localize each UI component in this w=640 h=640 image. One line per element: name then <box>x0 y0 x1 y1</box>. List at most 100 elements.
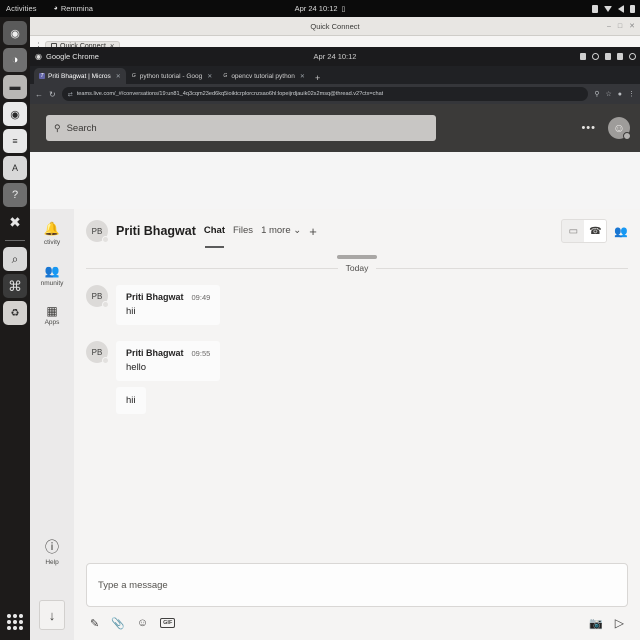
chrome-tab-title-2: opencv tutorial python <box>231 72 295 80</box>
message-bubble[interactable]: Priti Bhagwat 09:55 hello <box>116 341 221 381</box>
maximize-button[interactable]: □ <box>618 23 622 30</box>
message-input[interactable]: Type a message <box>86 563 628 607</box>
chrome-tab-close-2[interactable]: ✕ <box>300 73 305 80</box>
dock-item-thunderbird[interactable]: ◑ <box>3 48 27 72</box>
chrome-tab-1[interactable]: G python tutorial - Goog ✕ <box>126 68 218 84</box>
teams-more-options-button[interactable]: ••• <box>581 123 596 133</box>
user-avatar[interactable]: ☺ <box>608 117 631 140</box>
bookmark-star-icon[interactable]: ☆ <box>605 90 611 98</box>
message-bubble[interactable]: hii <box>116 387 146 414</box>
ubuntu-dock[interactable]: ◉ ◑ ▬ ◉ ≡ A ? ✖ ⌕ ⌘ ♻ <box>0 17 30 640</box>
dock-item-vscode[interactable]: ✖ <box>3 210 27 234</box>
recording-icon <box>592 4 598 13</box>
attach-icon[interactable]: 📎 <box>111 617 125 630</box>
dock-item-show-applications[interactable] <box>3 610 27 634</box>
close-button[interactable]: ✕ <box>629 23 635 30</box>
remmina-titlebar: Quick Connect – □ ✕ <box>30 17 640 36</box>
audio-call-icon[interactable]: ☎ <box>584 220 607 242</box>
chrome-tab-close-0[interactable]: ✕ <box>116 73 121 80</box>
sound-icon <box>617 53 623 60</box>
add-people-icon[interactable]: 👥 <box>614 225 628 238</box>
message-column: Priti Bhagwat 09:55 hello hii <box>116 341 221 414</box>
chrome-window-title: Google Chrome <box>45 52 99 61</box>
sidebar-item-help[interactable]: ⓘ Help <box>30 537 74 566</box>
dock-item-blocked[interactable]: ⌘ <box>3 274 27 298</box>
chrome-tab-close-1[interactable]: ✕ <box>207 73 212 80</box>
profile-icon[interactable]: ● <box>618 91 622 98</box>
avatar[interactable]: PB <box>86 341 109 364</box>
tab-chat[interactable]: Chat <box>204 225 225 248</box>
message-timestamp: 09:49 <box>191 293 211 302</box>
remmina-icon: ◕ <box>53 5 58 12</box>
sidebar-item-label: ctivity <box>43 239 61 246</box>
dock-item-help[interactable]: ? <box>3 183 27 207</box>
dock-item-magnifier[interactable]: ⌕ <box>3 247 27 271</box>
teams-left-rail[interactable]: 🔔 ctivity 👥 nmunity ▦ Apps ⓘ Help ↓ <box>30 209 74 640</box>
remmina-window-controls[interactable]: – □ ✕ <box>607 17 635 36</box>
dock-separator <box>5 240 25 241</box>
dock-item-libreoffice-writer[interactable]: ≡ <box>3 129 27 153</box>
chrome-tab-2[interactable]: G opencv tutorial python ✕ <box>217 68 310 84</box>
chrome-new-tab-button[interactable]: + <box>310 73 325 84</box>
gnome-clock[interactable]: Apr 24 10:12 ▯ <box>0 4 640 13</box>
sidebar-item-community[interactable]: 👥 nmunity <box>30 264 74 287</box>
chrome-tab-0[interactable]: T Priti Bhagwat | Micros ✕ <box>34 68 126 84</box>
teams-app: ⚲ Search ••• ☺ 🔔 ctivity 👥 nmunity ▦ App… <box>30 104 640 640</box>
remmina-window-title: Quick Connect <box>310 21 360 31</box>
omnibox-actions[interactable]: ⚲ ☆ ● ⋮ <box>594 90 635 99</box>
teams-top-bar: ⚲ Search ••• ☺ <box>30 104 640 152</box>
back-button[interactable]: ← <box>35 90 43 99</box>
video-clip-icon[interactable]: 📷 <box>589 617 603 630</box>
scroll-handle[interactable] <box>337 255 377 259</box>
chrome-tabstrip[interactable]: T Priti Bhagwat | Micros ✕ G python tuto… <box>30 66 640 84</box>
message-group: PB Priti Bhagwat 09:49 hii <box>86 285 628 325</box>
chrome-clock-text: Apr 24 10:12 <box>313 52 357 61</box>
dock-item-files[interactable]: ▬ <box>3 75 27 99</box>
message-bubble[interactable]: Priti Bhagwat 09:49 hii <box>116 285 221 325</box>
site-info-icon[interactable]: ⇄ <box>68 91 73 98</box>
gnome-app-label: Remmina <box>60 4 93 13</box>
message-group: PB Priti Bhagwat 09:55 hello hii <box>86 341 628 414</box>
chrome-menu-icon[interactable]: ⋮ <box>628 90 635 98</box>
avatar[interactable]: PB <box>86 220 109 243</box>
add-tab-button[interactable]: + <box>309 224 317 239</box>
call-buttons-group[interactable]: ▭ ☎ <box>561 219 608 243</box>
download-app-button[interactable]: ↓ <box>39 600 65 630</box>
dock-item-trash[interactable]: ♻ <box>3 301 27 325</box>
send-icon[interactable]: ▷ <box>615 616 624 630</box>
search-placeholder: Search <box>66 122 97 134</box>
gnome-system-tray[interactable] <box>592 4 635 13</box>
activities-button[interactable]: Activities <box>0 4 37 13</box>
compose-right-tools: 📷 ▷ <box>589 616 624 630</box>
video-call-icon[interactable]: ▭ <box>562 220 584 242</box>
search-share-icon[interactable]: ⚲ <box>594 90 599 98</box>
compose-toolbar: ✎ 📎 ☺ GIF 📷 ▷ <box>86 607 628 630</box>
dock-item-rhythmbox[interactable]: ◉ <box>3 102 27 126</box>
search-input[interactable]: ⚲ Search <box>46 115 436 141</box>
gnome-clock-text: Apr 24 10:12 <box>294 4 338 13</box>
minimize-button[interactable]: – <box>607 23 611 30</box>
dock-item-firefox[interactable]: ◉ <box>3 21 27 45</box>
chrome-omnibox-bar: ← ↻ ⇄ teams.live.com/_#/conversations/19… <box>30 84 640 104</box>
address-bar[interactable]: ⇄ teams.live.com/_#/conversations/19:un8… <box>61 87 589 101</box>
sidebar-item-activity[interactable]: 🔔 ctivity <box>30 221 74 246</box>
emoji-icon[interactable]: ☺ <box>137 617 148 629</box>
chrome-tab-title-0: Priti Bhagwat | Micros <box>48 72 111 80</box>
tab-more[interactable]: 1 more ⌄ <box>261 225 301 238</box>
chevron-down-icon: ⌄ <box>293 224 302 236</box>
gnome-active-app[interactable]: ◕ Remmina <box>54 4 93 13</box>
avatar-initials: PB <box>91 291 103 301</box>
gif-icon[interactable]: GIF <box>160 618 176 628</box>
chat-header-actions: ▭ ☎ 👥 <box>561 219 628 243</box>
chrome-titlebar-tray[interactable] <box>580 53 636 60</box>
presence-badge <box>623 132 631 140</box>
bluetooth-icon <box>605 53 611 60</box>
presence-badge <box>102 236 109 243</box>
avatar[interactable]: PB <box>86 285 109 308</box>
message-list[interactable]: Today PB Priti Bhagwat 09:49 hii PB Prit… <box>74 253 640 557</box>
dock-item-libreoffice-draw[interactable]: A <box>3 156 27 180</box>
reload-button[interactable]: ↻ <box>49 90 56 99</box>
format-icon[interactable]: ✎ <box>90 617 99 630</box>
sidebar-item-apps[interactable]: ▦ Apps <box>30 305 74 326</box>
tab-files[interactable]: Files <box>233 225 253 238</box>
